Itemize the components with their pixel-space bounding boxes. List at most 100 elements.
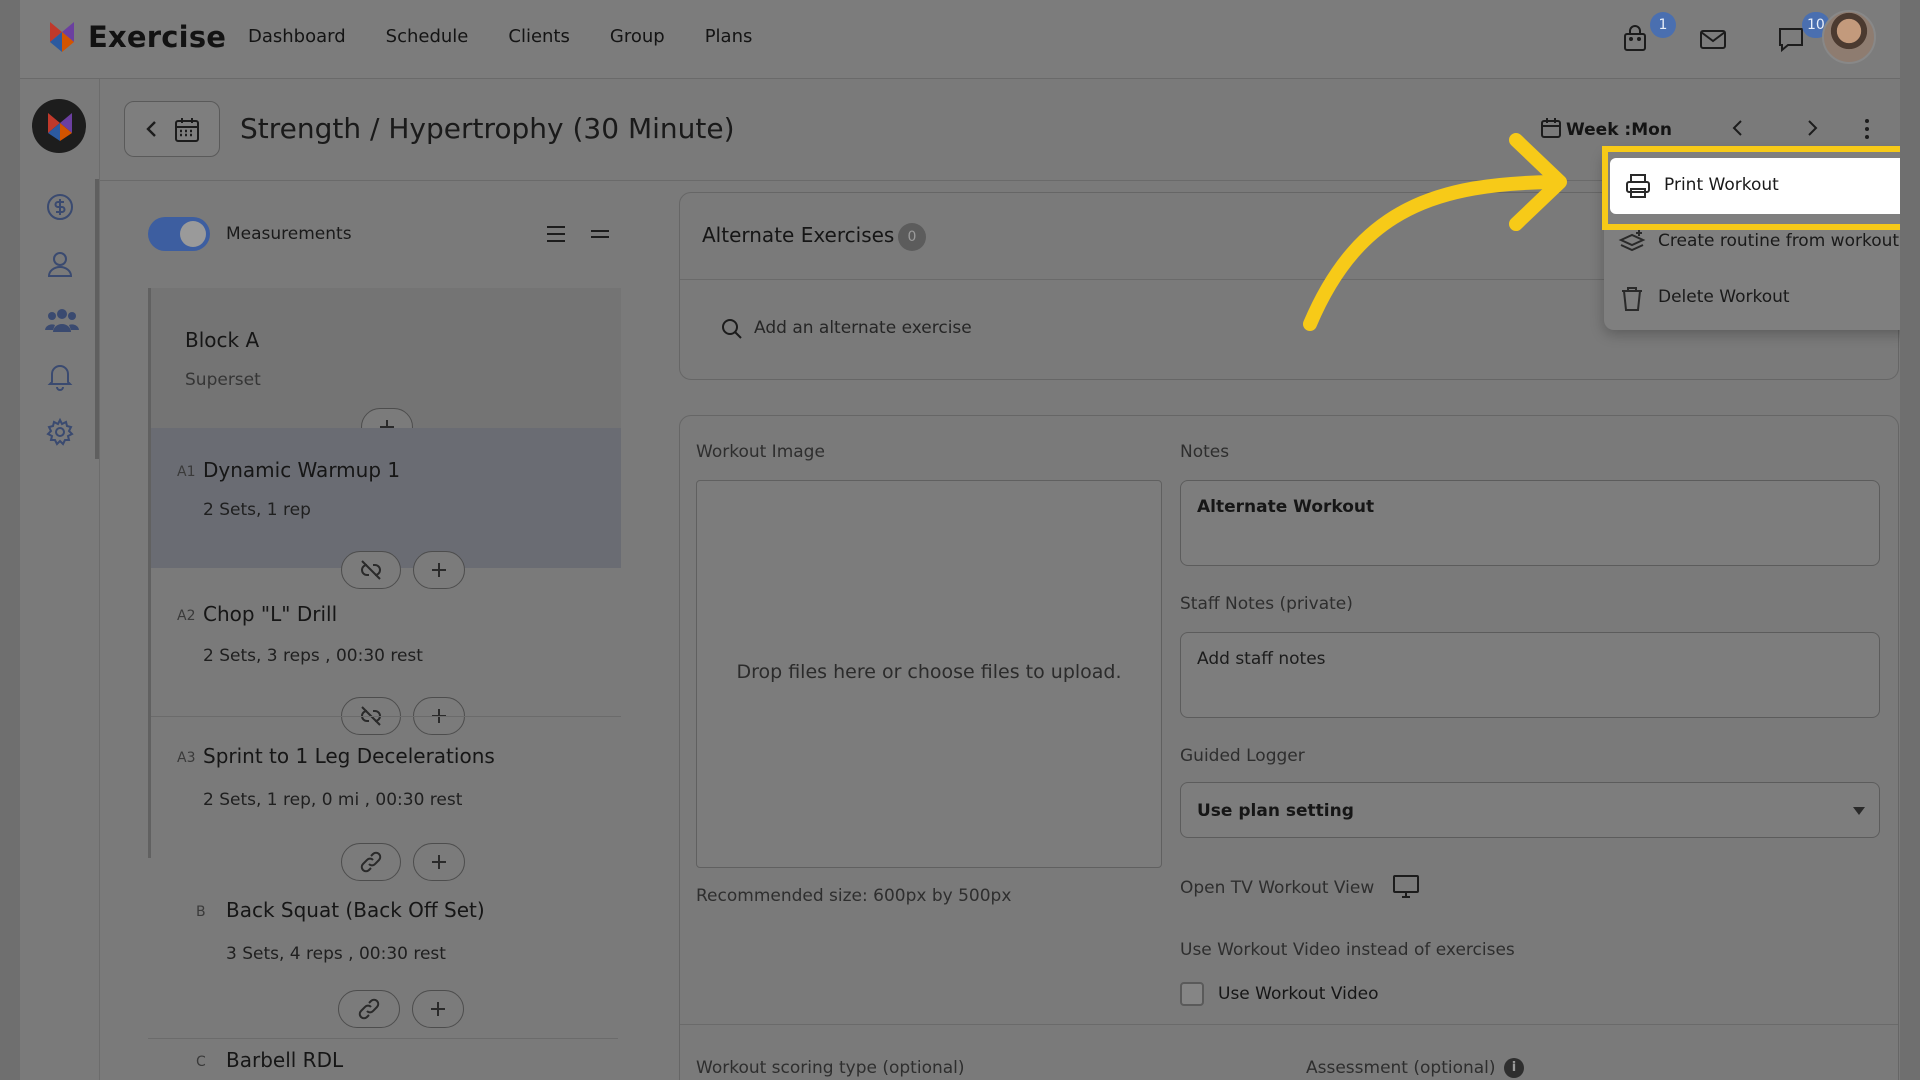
- scoring-type-label: Workout scoring type (optional): [696, 1058, 965, 1078]
- add-exercise-button[interactable]: [413, 551, 465, 589]
- block-a-header[interactable]: Block A Superset: [151, 288, 621, 446]
- mail-button[interactable]: [1698, 24, 1728, 54]
- exercise-code: A3: [177, 750, 196, 766]
- expanded-list-icon[interactable]: [544, 222, 568, 246]
- info-icon[interactable]: i: [1504, 1058, 1524, 1078]
- exercise-divider: [148, 1038, 618, 1039]
- org-logo[interactable]: [32, 99, 86, 153]
- link-icon: [358, 998, 380, 1020]
- exercise-detail: 2 Sets, 1 rep: [203, 500, 311, 520]
- staff-notes-label: Staff Notes (private): [1180, 594, 1353, 614]
- menu-item-label: Delete Workout: [1658, 287, 1790, 307]
- page-title: Strength / Hypertrophy (30 Minute): [240, 112, 735, 145]
- nav-dashboard[interactable]: Dashboard: [248, 26, 346, 47]
- workout-video-checkbox-label[interactable]: Use Workout Video: [1218, 984, 1378, 1004]
- unlink-icon: [360, 560, 382, 580]
- recommended-size-text: Recommended size: 600px by 500px: [696, 886, 1012, 906]
- menu-item-label: Create routine from workout: [1658, 231, 1900, 251]
- sidebar-scrollbar[interactable]: [95, 179, 99, 459]
- caret-down-icon: [1853, 807, 1865, 815]
- alternate-exercises-title: Alternate Exercises: [702, 223, 895, 247]
- more-options-icon[interactable]: [1862, 115, 1872, 143]
- block-subtitle: Superset: [185, 370, 261, 390]
- exercise-name: Sprint to 1 Leg Decelerations: [203, 744, 495, 768]
- measurements-toggle[interactable]: [148, 217, 210, 251]
- search-icon: [722, 319, 742, 339]
- menu-item-label: Print Workout: [1664, 175, 1779, 195]
- monitor-icon[interactable]: [1392, 874, 1420, 900]
- week-calendar-icon: [1541, 118, 1561, 138]
- sidebar-item-profile[interactable]: [45, 249, 75, 279]
- brand[interactable]: Exercise: [46, 20, 226, 54]
- workout-details-card: Workout Image Drop files here or choose …: [679, 415, 1899, 1080]
- exercise-code: C: [196, 1054, 206, 1070]
- link-button[interactable]: [338, 990, 400, 1028]
- app-frame: Exercise Dashboard Schedule Clients Grou…: [20, 0, 1900, 1080]
- workout-image-label: Workout Image: [696, 442, 825, 462]
- add-exercise-button[interactable]: [412, 990, 464, 1028]
- org-logo-icon: [48, 113, 72, 141]
- mail-icon: [1700, 30, 1726, 49]
- next-week-chevron-icon[interactable]: [1800, 116, 1824, 140]
- layers-plus-icon: [1618, 230, 1646, 252]
- exercise-divider: [151, 716, 621, 717]
- measurements-label: Measurements: [226, 224, 352, 244]
- sidebar-item-groups[interactable]: [45, 305, 79, 335]
- exercise-name: Dynamic Warmup 1: [203, 458, 401, 482]
- nav-schedule[interactable]: Schedule: [386, 26, 469, 47]
- user-icon: [47, 252, 73, 277]
- add-exercise-button[interactable]: [413, 843, 465, 881]
- plus-icon: [432, 563, 446, 577]
- notes-textarea[interactable]: [1180, 480, 1880, 566]
- exercise-row-c[interactable]: C Barbell RDL: [148, 1040, 618, 1080]
- exercise-row-a1[interactable]: A1 Dynamic Warmup 1 2 Sets, 1 rep: [151, 428, 621, 568]
- workout-video-checkbox[interactable]: [1180, 982, 1204, 1006]
- sidebar-item-notifications[interactable]: [45, 361, 75, 391]
- exercise-row-a3[interactable]: A3 Sprint to 1 Leg Decelerations 2 Sets,…: [151, 740, 621, 850]
- main-nav: Dashboard Schedule Clients Group Plans: [248, 26, 752, 47]
- week-selector[interactable]: Week :Mon: [1566, 120, 1672, 140]
- sidebar-item-settings[interactable]: [45, 417, 75, 447]
- alternate-exercise-search-input[interactable]: [754, 313, 1354, 343]
- sidebar-item-billing[interactable]: [45, 192, 75, 222]
- chat-button[interactable]: 10: [1776, 12, 1830, 54]
- link-button[interactable]: [341, 843, 401, 881]
- assessment-label: Assessment (optional): [1306, 1058, 1496, 1078]
- unlink-button[interactable]: [341, 551, 401, 589]
- workout-image-dropzone[interactable]: Drop files here or choose files to uploa…: [696, 480, 1162, 868]
- workout-options-menu: Print Workout Create routine from workou…: [1604, 150, 1900, 330]
- plus-icon: [432, 855, 446, 869]
- prev-week-chevron-icon[interactable]: [1726, 116, 1750, 140]
- plus-icon: [431, 1002, 445, 1016]
- staff-notes-textarea[interactable]: [1180, 632, 1880, 718]
- guided-logger-label: Guided Logger: [1180, 746, 1305, 766]
- exercise-name: Barbell RDL: [226, 1048, 344, 1072]
- cart-button[interactable]: 1: [1620, 12, 1676, 54]
- compact-list-icon[interactable]: [588, 222, 612, 246]
- nav-plans[interactable]: Plans: [705, 26, 753, 47]
- group-icon: [45, 309, 79, 332]
- back-calendar-button[interactable]: [124, 101, 220, 157]
- menu-item-delete-workout[interactable]: Delete Workout: [1604, 270, 1900, 326]
- dollar-circle-icon: [47, 194, 73, 220]
- block-title: Block A: [185, 328, 260, 352]
- exercise-code: B: [196, 904, 206, 920]
- exercise-code: A1: [177, 464, 196, 480]
- guided-logger-select[interactable]: Use plan setting: [1180, 782, 1880, 838]
- shopping-bag-icon: [1624, 25, 1646, 51]
- exercise-detail: 2 Sets, 1 rep, 0 mi , 00:30 rest: [203, 790, 463, 810]
- nav-group[interactable]: Group: [610, 26, 665, 47]
- exercise-name: Chop "L" Drill: [203, 602, 338, 626]
- brand-name: Exercise: [88, 20, 227, 54]
- calendar-icon: [175, 118, 199, 142]
- nav-clients[interactable]: Clients: [508, 26, 570, 47]
- sidebar: [20, 79, 100, 1080]
- trash-icon: [1622, 287, 1642, 311]
- menu-item-create-routine[interactable]: Create routine from workout: [1604, 214, 1900, 270]
- menu-item-print-workout[interactable]: Print Workout: [1610, 158, 1900, 214]
- dropzone-text: Drop files here or choose files to uploa…: [736, 661, 1122, 683]
- user-avatar[interactable]: [1822, 10, 1876, 64]
- bell-icon: [47, 365, 73, 391]
- tv-view-label[interactable]: Open TV Workout View: [1180, 878, 1374, 898]
- printer-icon: [1626, 174, 1650, 198]
